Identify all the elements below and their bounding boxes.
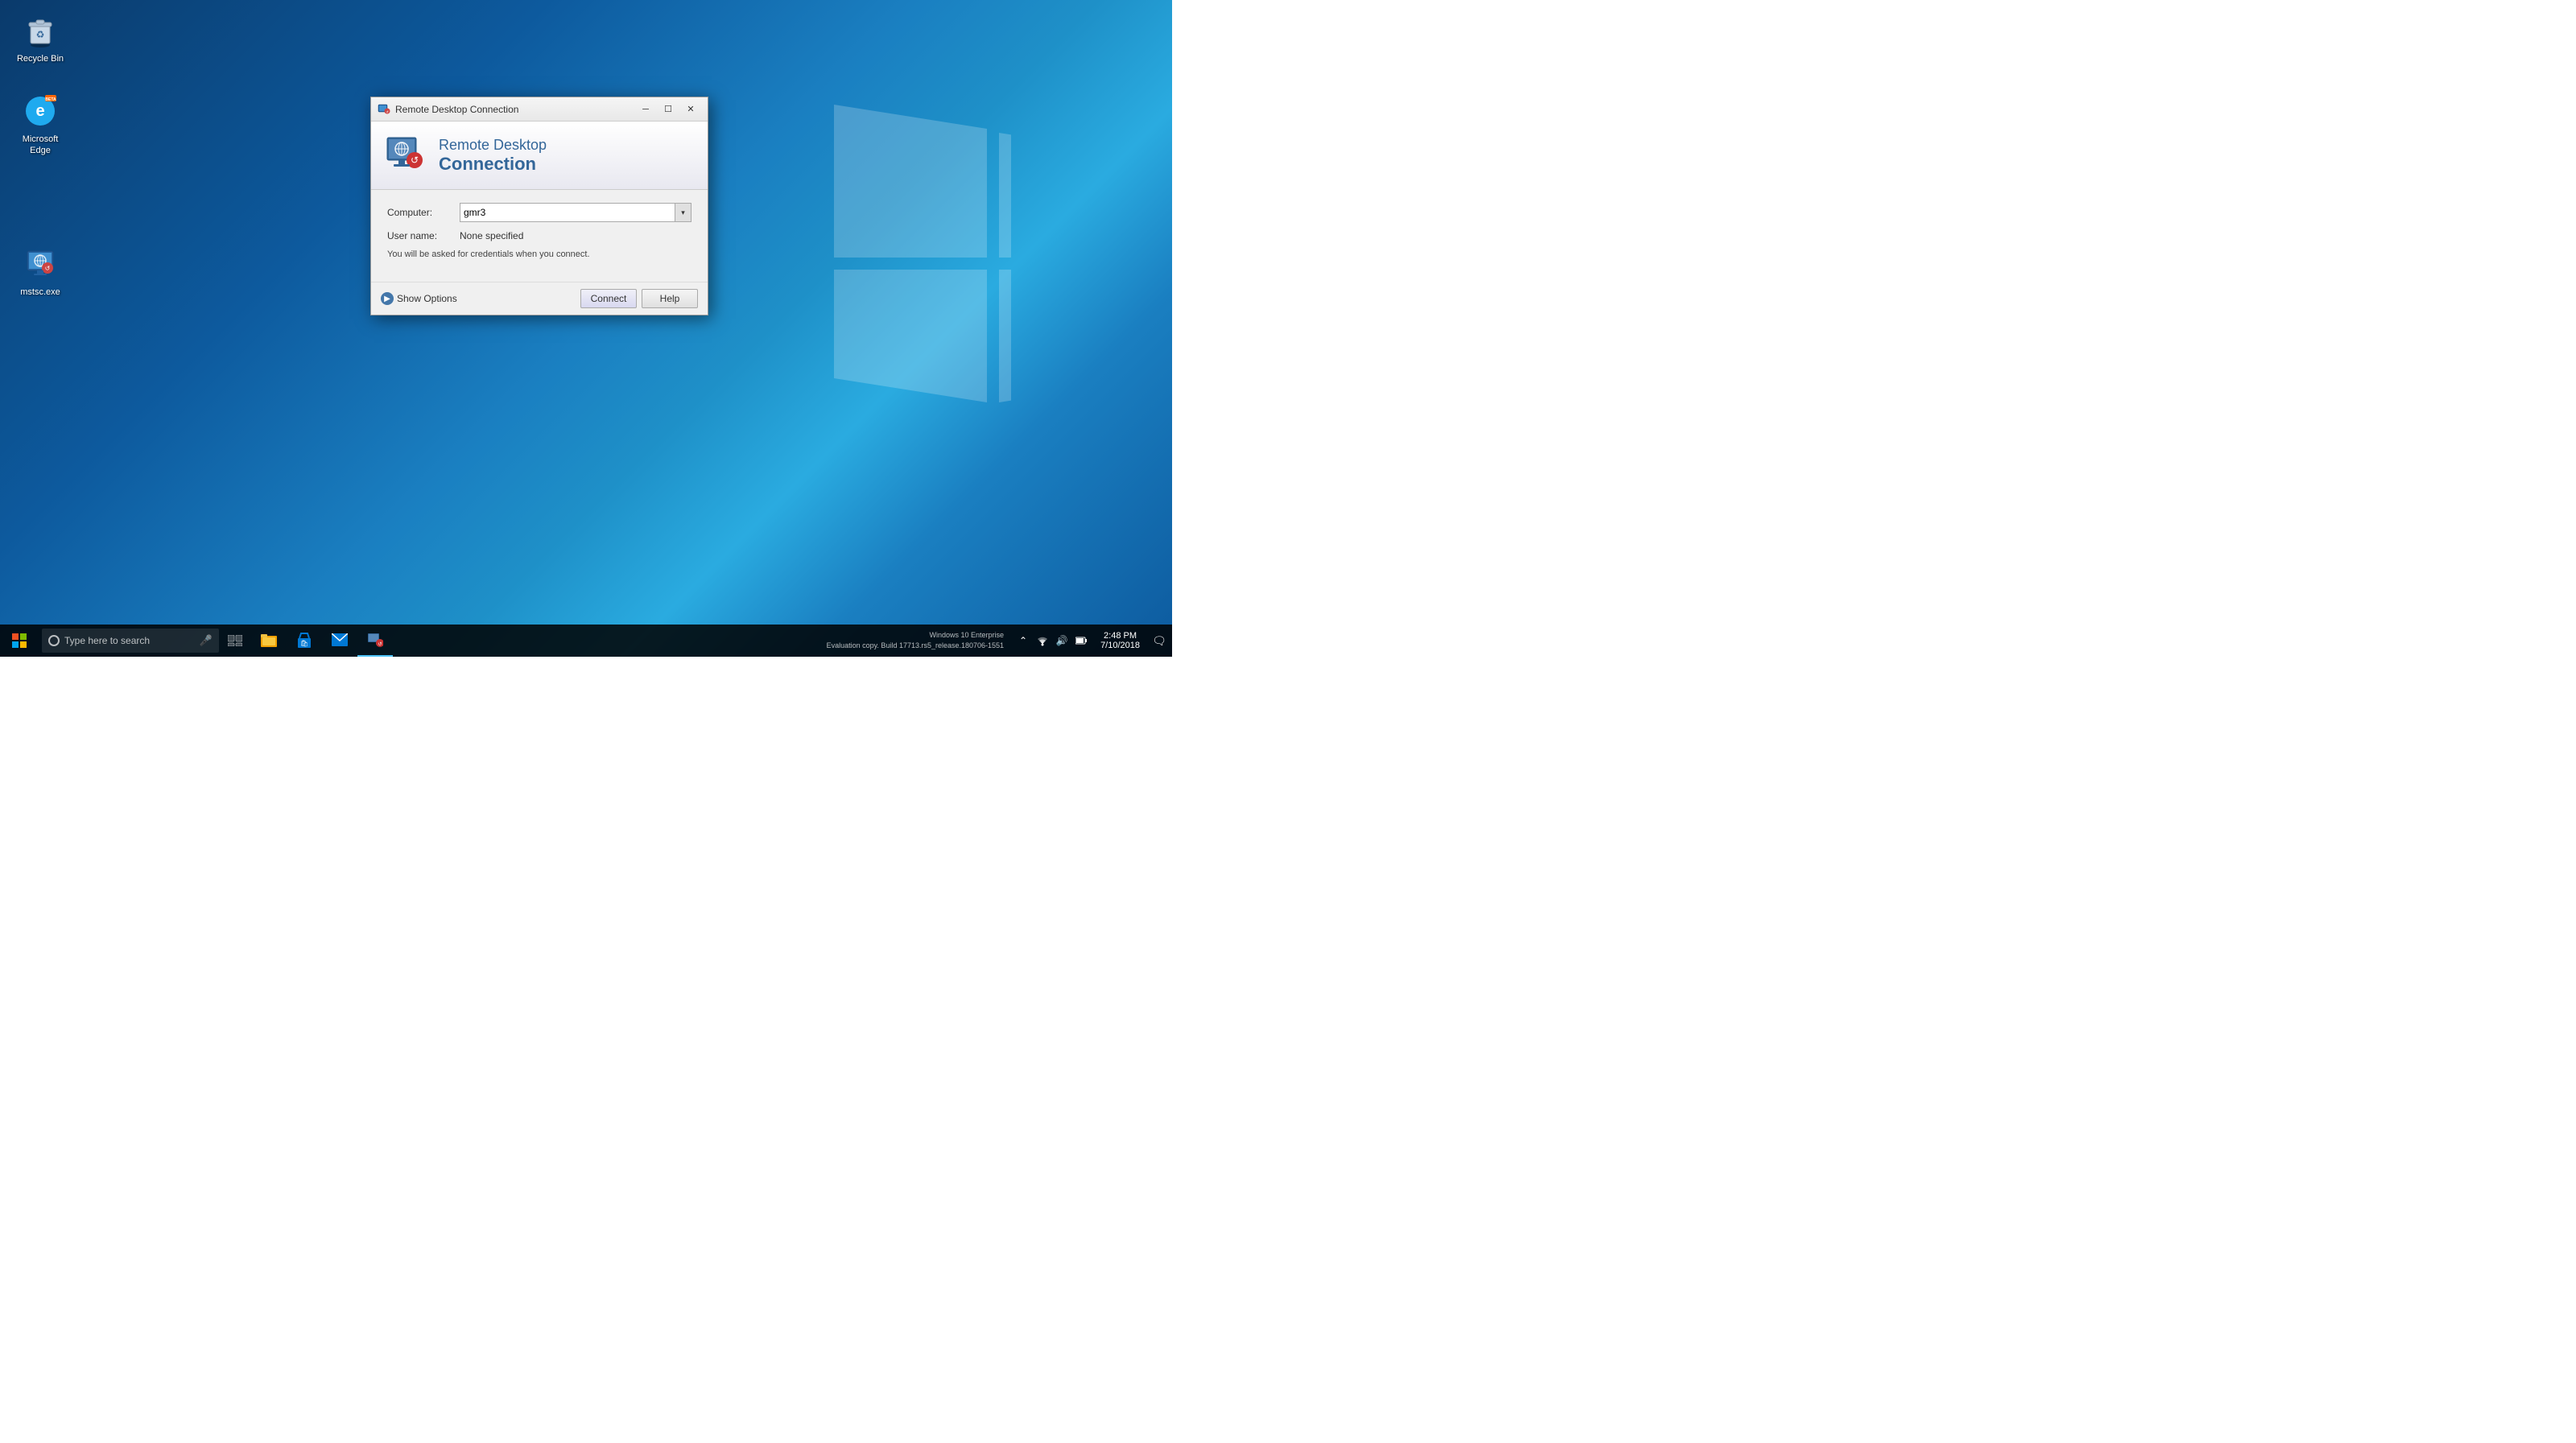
clock-time: 2:48 PM <box>1104 631 1137 641</box>
dialog-header-text: Remote Desktop Connection <box>439 137 547 175</box>
computer-label: Computer: <box>387 207 460 218</box>
tray-clock[interactable]: 2:48 PM 7/10/2018 <box>1094 625 1146 657</box>
tray-chevron[interactable]: ⌃ <box>1013 625 1033 657</box>
computer-input-wrapper[interactable]: ▾ <box>460 203 691 222</box>
username-label: User name: <box>387 230 460 241</box>
svg-text:BETA: BETA <box>45 97 56 102</box>
footer-buttons: Connect Help <box>580 289 698 308</box>
svg-text:♻: ♻ <box>36 29 45 40</box>
recycle-bin-image: ♻ <box>21 11 60 50</box>
eval-line1: Windows 10 Enterprise <box>827 630 1005 641</box>
maximize-button[interactable]: ☐ <box>658 101 679 118</box>
taskbar-mail[interactable] <box>322 625 357 657</box>
eval-line2: Evaluation copy. Build 17713.rs5_release… <box>827 641 1005 651</box>
notification-button[interactable]: 🗨 <box>1146 625 1172 657</box>
show-options-button[interactable]: ▶ Show Options <box>381 292 457 305</box>
username-value: None specified <box>460 230 523 241</box>
dialog-footer: ▶ Show Options Connect Help <box>371 282 708 315</box>
header-line1: Remote Desktop <box>439 137 547 154</box>
taskbar-store[interactable]: 🛍 <box>287 625 322 657</box>
dialog-title-icon: ↺ <box>378 103 390 116</box>
mstsc-image: ↺ <box>21 245 60 283</box>
header-line2: Connection <box>439 154 547 175</box>
microphone-icon[interactable]: 🎤 <box>200 634 213 647</box>
task-view-button[interactable] <box>219 625 251 657</box>
tray-icons: ⌃ 🔊 <box>1010 625 1094 657</box>
minimize-button[interactable]: ─ <box>635 101 656 118</box>
rdp-dialog: ↺ Remote Desktop Connection ─ ☐ ✕ <box>370 97 708 315</box>
svg-text:🛍: 🛍 <box>300 640 308 647</box>
edge-label: Microsoft Edge <box>11 134 69 157</box>
recycle-bin-label: Recycle Bin <box>17 53 64 64</box>
start-button[interactable] <box>0 625 39 657</box>
svg-text:↺: ↺ <box>378 641 382 647</box>
dialog-titlebar[interactable]: ↺ Remote Desktop Connection ─ ☐ ✕ <box>371 97 708 122</box>
svg-text:↺: ↺ <box>45 265 51 272</box>
dialog-header-icon: ↺ <box>384 133 429 178</box>
search-placeholder: Type here to search <box>64 635 200 646</box>
tray-network[interactable] <box>1033 625 1052 657</box>
show-options-icon: ▶ <box>381 292 394 305</box>
dialog-title-text: Remote Desktop Connection <box>395 104 635 115</box>
search-icon <box>48 635 60 646</box>
clock-date: 7/10/2018 <box>1100 641 1140 650</box>
svg-text:e: e <box>35 102 44 120</box>
system-tray: Windows 10 Enterprise Evaluation copy. B… <box>827 625 1172 657</box>
show-options-label: Show Options <box>397 293 457 304</box>
mstsc-icon[interactable]: ↺ mstsc.exe <box>8 241 72 301</box>
close-button[interactable]: ✕ <box>680 101 701 118</box>
taskbar-rdp[interactable]: ↺ <box>357 625 393 657</box>
recycle-bin-icon[interactable]: ♻ Recycle Bin <box>8 8 72 68</box>
eval-text: Windows 10 Enterprise Evaluation copy. B… <box>827 630 1011 650</box>
svg-text:↺: ↺ <box>411 155 419 166</box>
username-row: User name: None specified <box>387 230 691 241</box>
taskbar-file-explorer[interactable] <box>251 625 287 657</box>
computer-row: Computer: ▾ <box>387 203 691 222</box>
microsoft-edge-icon[interactable]: e BETA Microsoft Edge <box>8 89 72 160</box>
tray-battery[interactable] <box>1071 625 1091 657</box>
computer-dropdown-button[interactable]: ▾ <box>675 204 691 221</box>
desktop: ♻ Recycle Bin e BETA Microsoft Edge <box>0 0 1172 657</box>
taskbar: Type here to search 🎤 <box>0 625 1172 657</box>
computer-input[interactable] <box>460 204 675 221</box>
info-text: You will be asked for credentials when y… <box>387 249 691 259</box>
tray-volume[interactable]: 🔊 <box>1052 625 1071 657</box>
connect-button[interactable]: Connect <box>580 289 637 308</box>
search-box[interactable]: Type here to search 🎤 <box>42 629 219 653</box>
dialog-header: ↺ Remote Desktop Connection <box>371 122 708 190</box>
help-button[interactable]: Help <box>642 289 698 308</box>
mstsc-label: mstsc.exe <box>20 287 60 298</box>
dialog-body: Computer: ▾ User name: None specified Yo… <box>371 190 708 282</box>
edge-image: e BETA <box>21 92 60 130</box>
window-controls: ─ ☐ ✕ <box>635 101 701 118</box>
